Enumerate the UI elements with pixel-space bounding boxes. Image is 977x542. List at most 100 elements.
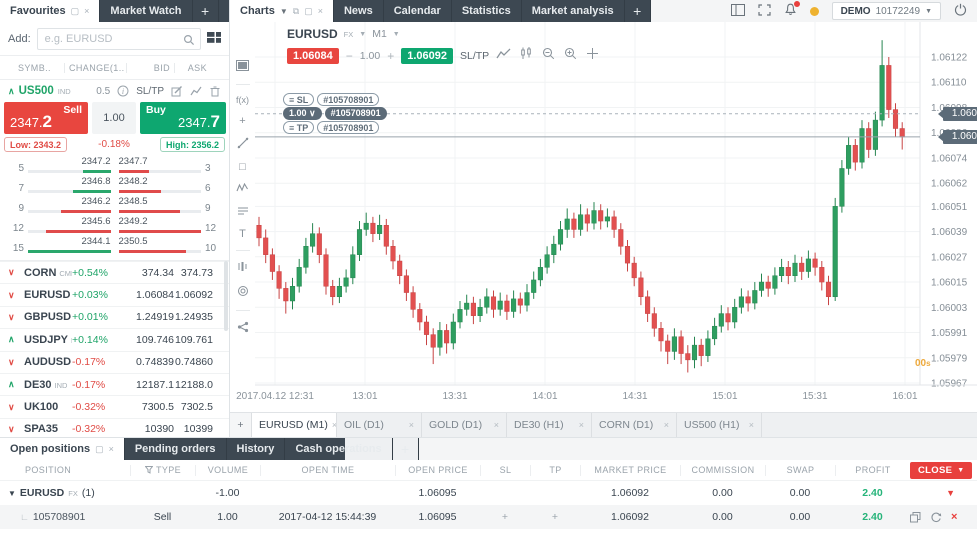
tab-charts[interactable]: Charts ▼ ⧉ ▢ × bbox=[230, 0, 334, 22]
position-group-row[interactable]: ▼ EURUSD FX (1) -1.00 1.06095 1.06092 0.… bbox=[0, 481, 977, 505]
new-chart-tab-button[interactable]: + bbox=[230, 413, 252, 437]
tab-open-positions[interactable]: Open positions ▢ × bbox=[0, 438, 125, 460]
dom-bid-cell[interactable]: 2347.2 bbox=[28, 156, 111, 176]
col-volume[interactable]: VOLUME bbox=[195, 464, 260, 476]
popout-icon[interactable]: ⧉ bbox=[293, 6, 299, 17]
watchlist-row-eurusd[interactable]: ∨ EURUSDFX+0.03% 1.060841.06092 bbox=[0, 283, 229, 305]
watchlist-row-uk100[interactable]: ∨ UK100 -0.32% 7300.5 7302.5 bbox=[0, 395, 229, 417]
maximize-icon[interactable]: ▢ bbox=[304, 6, 313, 17]
sell-button[interactable]: Sell 2347.2 bbox=[4, 102, 88, 134]
chevron-down-icon[interactable]: ▼ bbox=[393, 31, 400, 38]
layout-icon[interactable] bbox=[730, 3, 745, 19]
watchlist-row-usdjpy[interactable]: ∧ USDJPYFX+0.14% 109.746109.761 bbox=[0, 328, 229, 350]
share-icon[interactable] bbox=[234, 321, 252, 336]
collapse-chevron-icon[interactable]: ∧ bbox=[8, 86, 15, 97]
tab-favourites[interactable]: Favourites ▢ × bbox=[0, 0, 101, 22]
candlestick-chart[interactable]: 1.061221.061101.060981.060861.060741.060… bbox=[236, 22, 977, 412]
dom-ask-cell[interactable]: 2348.2 bbox=[118, 176, 201, 196]
chart-volume-value[interactable]: 1.00 bbox=[360, 50, 380, 62]
crosshair-icon[interactable] bbox=[586, 47, 599, 65]
dom-bid-cell[interactable]: 2346.2 bbox=[28, 196, 111, 216]
close-icon[interactable]: × bbox=[409, 420, 414, 430]
dom-ask-cell[interactable]: 2348.5 bbox=[118, 196, 201, 216]
dom-row[interactable]: 9 2346.2 2348.5 9 bbox=[0, 196, 229, 216]
col-sl[interactable]: SL bbox=[480, 464, 530, 476]
expand-caret-icon[interactable]: ▼ bbox=[8, 489, 16, 498]
sl-drag-handle[interactable]: ≡ SL bbox=[283, 92, 315, 106]
text-tool-icon[interactable]: T bbox=[234, 229, 252, 240]
chart-tab-eurusd[interactable]: EURUSD (M1) × bbox=[252, 413, 337, 437]
chart-layout-icon[interactable] bbox=[234, 60, 252, 74]
watchlist-row-corn[interactable]: ∨ CORNCMD+0.54% 374.34 374.73 bbox=[0, 261, 229, 283]
indicators-fx-icon[interactable]: f(x) bbox=[234, 95, 252, 106]
col-profit[interactable]: PROFIT bbox=[835, 464, 910, 476]
objects-layers-icon[interactable] bbox=[234, 285, 252, 300]
col-change[interactable]: CHANGE(1.. bbox=[64, 62, 126, 73]
volume-increase-button[interactable]: + bbox=[387, 49, 394, 63]
tab-news[interactable]: News bbox=[334, 0, 384, 22]
open-chart-icon[interactable] bbox=[190, 85, 202, 97]
dom-ask-cell[interactable]: 2347.7 bbox=[118, 156, 201, 176]
col-swap[interactable]: SWAP bbox=[765, 464, 835, 476]
close-icon[interactable]: × bbox=[318, 6, 323, 16]
watchlist-row-de30[interactable]: ∧ DE30 IND -0.17% 12187.1 12188.0 bbox=[0, 372, 229, 395]
close-order-icon[interactable]: × bbox=[951, 511, 957, 523]
scrollbar[interactable] bbox=[224, 261, 228, 331]
chart-tab-us500[interactable]: US500 (H1) × bbox=[677, 413, 762, 437]
instrument-row-us500[interactable]: ∧ US500 IND 0.5 i SL/TP bbox=[0, 80, 229, 102]
rectangle-tool-icon[interactable]: □ bbox=[234, 162, 252, 173]
chart-tab-de30[interactable]: DE30 (H1) × bbox=[507, 413, 592, 437]
dom-row[interactable]: 15 2344.1 2350.5 10 bbox=[0, 236, 229, 256]
chart-period-selector[interactable]: M1 bbox=[372, 28, 387, 40]
chevron-down-icon[interactable]: ▼ bbox=[280, 7, 288, 16]
volume-decrease-button[interactable]: − bbox=[346, 49, 353, 63]
dom-bid-cell[interactable]: 2344.1 bbox=[28, 236, 111, 256]
popout-icon[interactable]: ▢ bbox=[71, 6, 80, 17]
chart-tab-corn[interactable]: CORN (D1) × bbox=[592, 413, 677, 437]
logout-power-icon[interactable] bbox=[954, 3, 967, 19]
close-icon[interactable]: × bbox=[84, 6, 89, 16]
dom-bid-cell[interactable]: 2345.6 bbox=[28, 216, 111, 236]
edit-icon[interactable] bbox=[171, 85, 183, 97]
dom-bid-cell[interactable]: 2346.8 bbox=[28, 176, 111, 196]
buy-button[interactable]: Buy 2347.7 bbox=[140, 102, 226, 134]
close-icon[interactable]: × bbox=[749, 420, 754, 430]
close-group-caret[interactable]: ▼ bbox=[946, 488, 955, 498]
crosshair-tool-icon[interactable]: + bbox=[234, 116, 252, 127]
chart-buy-button[interactable]: 1.06092 bbox=[401, 48, 453, 64]
col-market-price[interactable]: MARKET PRICE bbox=[580, 464, 680, 476]
tp-drag-handle[interactable]: ≡ TP bbox=[283, 120, 315, 134]
dom-ask-cell[interactable]: 2349.2 bbox=[118, 216, 201, 236]
add-tab-button[interactable]: + bbox=[625, 0, 651, 22]
view-grid-icon[interactable] bbox=[207, 30, 221, 48]
chart-tab-gold[interactable]: GOLD (D1) × bbox=[422, 413, 507, 437]
zoom-out-icon[interactable] bbox=[542, 47, 555, 65]
chart-tab-oil[interactable]: OIL (D1) × bbox=[337, 413, 422, 437]
col-symbol[interactable]: SYMB.. bbox=[0, 63, 64, 73]
watchlist-row-audusd[interactable]: ∨ AUDUSDFX-0.17% 0.748390.74860 bbox=[0, 350, 229, 373]
order-volume-tag[interactable]: 1.00 ∨ bbox=[283, 106, 322, 120]
col-ask[interactable]: ASK bbox=[174, 62, 229, 73]
popout-icon[interactable]: ▢ bbox=[95, 444, 104, 455]
chart-area[interactable]: 1.061221.061101.060981.060861.060741.060… bbox=[236, 22, 977, 412]
close-icon[interactable]: × bbox=[664, 420, 669, 430]
volume-tool-icon[interactable] bbox=[234, 261, 252, 275]
col-commission[interactable]: COMMISSION bbox=[680, 464, 765, 476]
watchlist-row-gbpusd[interactable]: ∨ GBPUSDFX+0.01% 1.249191.24935 bbox=[0, 305, 229, 328]
close-icon[interactable]: × bbox=[494, 420, 499, 430]
dom-row[interactable]: 7 2346.8 2348.2 6 bbox=[0, 176, 229, 196]
col-type[interactable]: TYPE bbox=[130, 464, 195, 476]
account-selector[interactable]: DEMO 10172249 ▼ bbox=[831, 2, 941, 20]
tab-statistics[interactable]: Statistics bbox=[452, 0, 522, 22]
col-tp[interactable]: TP bbox=[530, 464, 580, 476]
reverse-order-icon[interactable] bbox=[930, 512, 942, 523]
order-id-tag[interactable]: #105708901 bbox=[324, 106, 387, 120]
chart-sell-button[interactable]: 1.06084 bbox=[287, 48, 339, 64]
trash-icon[interactable] bbox=[209, 85, 221, 97]
close-all-button[interactable]: CLOSE ▼ bbox=[910, 461, 973, 479]
chevron-down-icon[interactable]: ▼ bbox=[359, 31, 366, 38]
tab-market-watch[interactable]: Market Watch bbox=[100, 0, 193, 22]
tab-market-analysis[interactable]: Market analysis bbox=[522, 0, 625, 22]
waves-tool-icon[interactable] bbox=[234, 182, 252, 196]
add-symbol-input[interactable] bbox=[36, 27, 201, 50]
